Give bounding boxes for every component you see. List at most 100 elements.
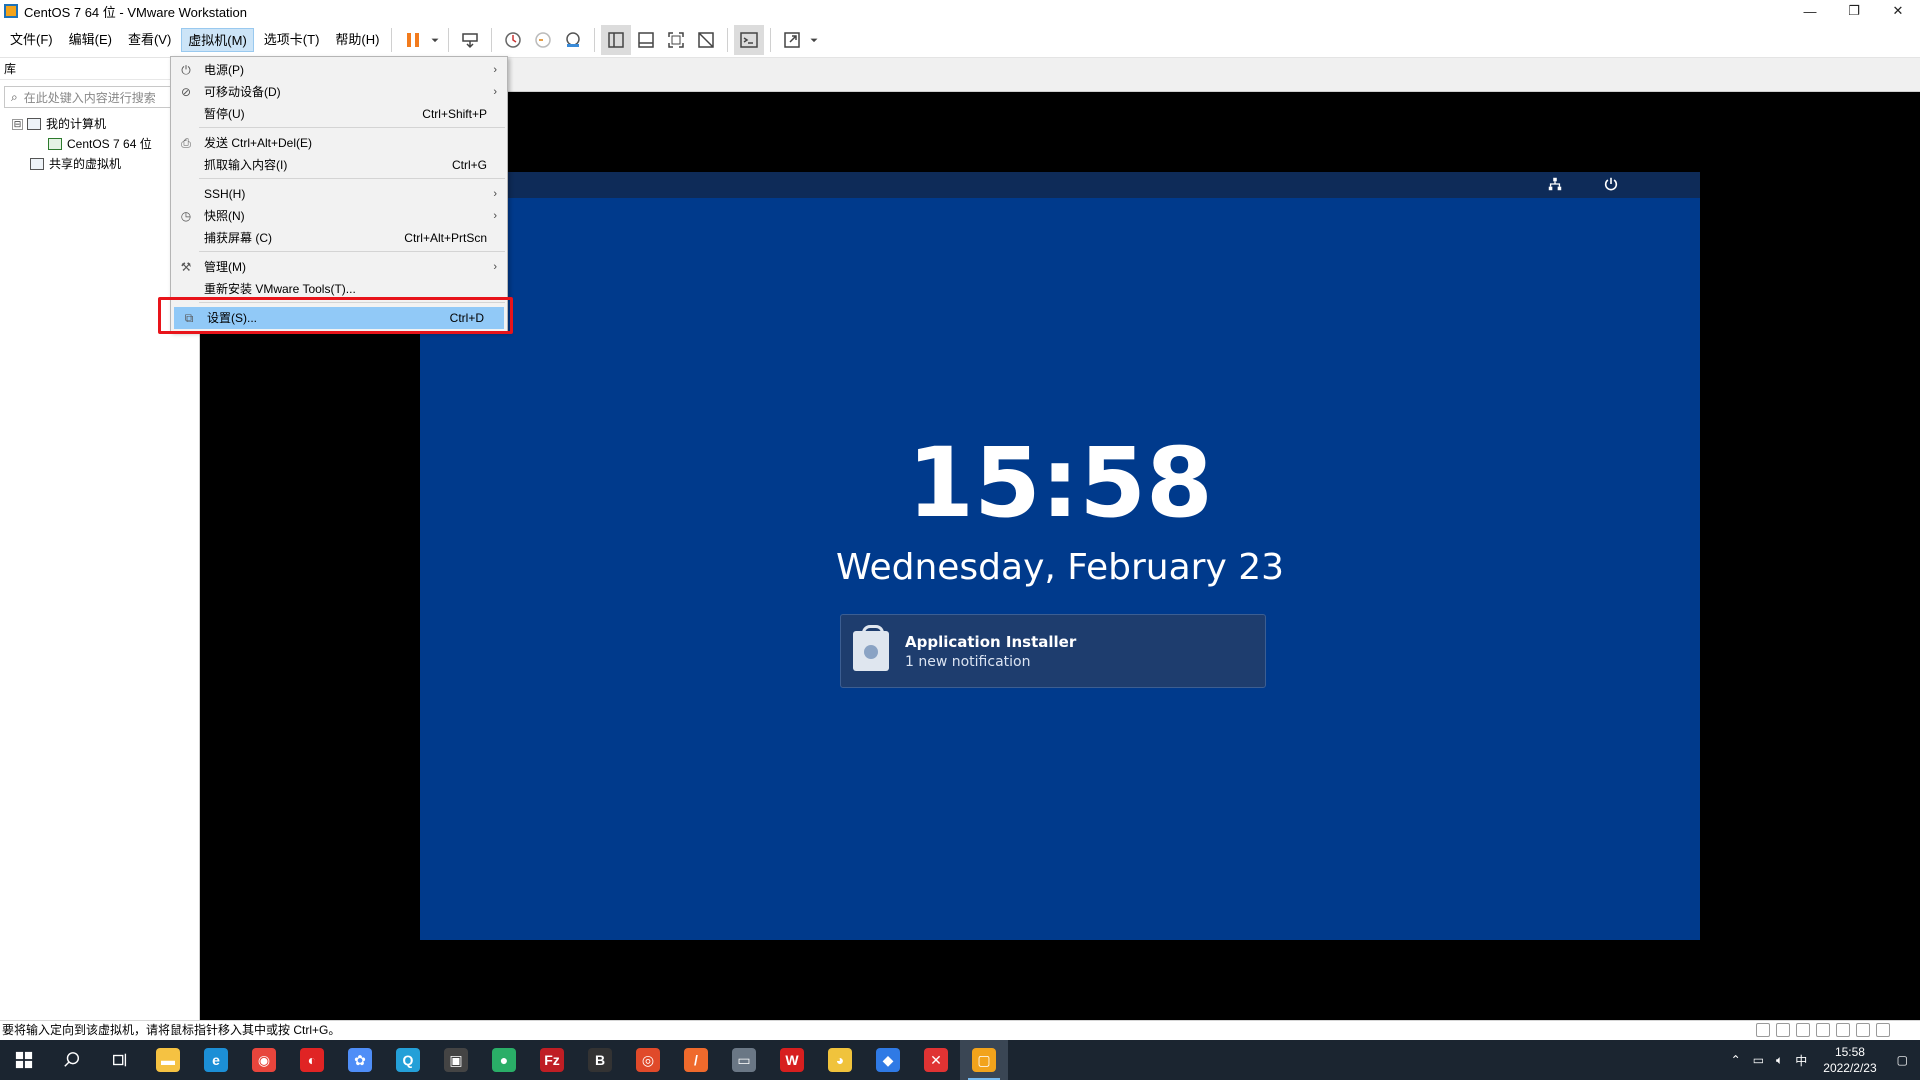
show-library-icon[interactable] <box>601 24 632 55</box>
taskbar-app-button[interactable]: ▬ <box>144 1040 192 1080</box>
vmware-icon: ▢ <box>972 1048 996 1072</box>
notification-card[interactable]: Application Installer 1 new notification <box>840 614 1266 688</box>
menu-item-send-ctrl-alt-del[interactable]: ⎙ 发送 Ctrl+Alt+Del(E) <box>171 132 507 154</box>
lock-screen-date: Wednesday, February 23 <box>835 547 1285 588</box>
taskbar-clock[interactable]: 15:58 2022/2/23 <box>1823 1044 1876 1076</box>
taskbar-app-button[interactable]: ◉ <box>240 1040 288 1080</box>
taskbar-app-button[interactable]: ✕ <box>912 1040 960 1080</box>
stretch-view-icon[interactable] <box>777 25 807 55</box>
show-thumbnail-icon[interactable] <box>631 25 661 55</box>
dropdown-arrow-icon[interactable] <box>807 25 821 55</box>
menu-item-label: 可移动设备(D) <box>204 85 281 99</box>
network-adapter-icon[interactable] <box>1816 1023 1830 1037</box>
tree-item-label: CentOS 7 64 位 <box>67 137 152 151</box>
menu-tabs[interactable]: 选项卡(T) <box>258 28 326 52</box>
vmware-app-icon <box>4 4 18 18</box>
remote-desktop-icon: ▭ <box>732 1048 756 1072</box>
close-button[interactable]: ✕ <box>1876 0 1920 22</box>
snapshot-icon: ◷ <box>180 209 192 223</box>
library-search-input[interactable]: ⌕ 在此处键入内容进行搜索 <box>4 86 195 108</box>
chrome-icon: ◉ <box>252 1048 276 1072</box>
pause-icon[interactable] <box>398 25 428 55</box>
menu-item-pause[interactable]: 暂停(U) Ctrl+Shift+P <box>171 103 507 125</box>
notification-center-icon[interactable]: ▢ <box>1897 1053 1908 1067</box>
app-red-icon: ◐ <box>300 1048 324 1072</box>
device-status-icons <box>1756 1023 1890 1037</box>
wps-icon: W <box>780 1048 804 1072</box>
taskbar-app-button[interactable]: e <box>192 1040 240 1080</box>
taskbar-app-button[interactable]: W <box>768 1040 816 1080</box>
menu-item-snapshot[interactable]: ◷ 快照(N) › <box>171 205 507 227</box>
guest-lock-screen[interactable]: 15:58 Wednesday, February 23 Application… <box>420 172 1700 940</box>
taskbar-app-button[interactable]: ✿ <box>336 1040 384 1080</box>
tree-item-label: 共享的虚拟机 <box>49 157 122 171</box>
cd-rom-icon[interactable] <box>1776 1023 1790 1037</box>
menu-vm[interactable]: 虚拟机(M) <box>181 27 254 52</box>
menu-item-capture-screen[interactable]: 捕获屏幕 (C) Ctrl+Alt+PrtScn <box>171 227 507 249</box>
menu-item-manage[interactable]: ⚒ 管理(M) › <box>171 256 507 278</box>
software-bag-icon <box>853 625 889 671</box>
snapshot-manager-icon[interactable] <box>558 25 588 55</box>
task-view-button[interactable] <box>96 1040 144 1080</box>
taskbar-app-button[interactable]: ▣ <box>432 1040 480 1080</box>
menu-item-label: SSH(H) <box>204 187 246 201</box>
taskbar-app-button[interactable]: ◎ <box>624 1040 672 1080</box>
menu-item-grab-input[interactable]: 抓取输入内容(I) Ctrl+G <box>171 154 507 176</box>
menu-edit[interactable]: 编辑(E) <box>63 28 118 52</box>
taskbar-app-button[interactable]: ◐ <box>288 1040 336 1080</box>
app-dark-icon: B <box>588 1048 612 1072</box>
menu-item-label: 暂停(U) <box>204 107 245 121</box>
submenu-arrow-icon: › <box>493 188 497 200</box>
search-button[interactable] <box>48 1040 96 1080</box>
taskbar-app-button[interactable]: ▭ <box>720 1040 768 1080</box>
menu-item-shortcut: Ctrl+Alt+PrtScn <box>404 231 487 245</box>
power-icon[interactable] <box>1602 176 1620 194</box>
system-tray: ⌃ ▭ 🔈︎ 中 15:58 2022/2/23 ▢ <box>1725 1040 1920 1080</box>
wechat-icon: ● <box>492 1048 516 1072</box>
annotation-highlight-box <box>158 297 513 334</box>
sound-card-icon[interactable] <box>1856 1023 1870 1037</box>
menu-item-removable-devices[interactable]: ⊘ 可移动设备(D) › <box>171 81 507 103</box>
title-bar: CentOS 7 64 位 - VMware Workstation — ❐ ✕ <box>0 0 1920 22</box>
send-ctrl-alt-del-icon[interactable] <box>455 25 485 55</box>
message-log-icon[interactable] <box>1876 1023 1890 1037</box>
collapse-icon[interactable]: ⊟ <box>12 118 23 130</box>
snapshot-icon[interactable] <box>498 25 528 55</box>
floppy-icon[interactable] <box>1796 1023 1810 1037</box>
menu-item-ssh[interactable]: SSH(H) › <box>171 183 507 205</box>
submenu-arrow-icon: › <box>493 210 497 222</box>
taskbar-app-button[interactable]: ▢ <box>960 1040 1008 1080</box>
taskbar-app-button[interactable]: ◕ <box>816 1040 864 1080</box>
full-screen-icon[interactable] <box>661 25 691 55</box>
printer-icon[interactable] <box>1836 1023 1850 1037</box>
minimize-button[interactable]: — <box>1788 0 1832 22</box>
menu-file[interactable]: 文件(F) <box>4 28 59 52</box>
taskbar-app-button[interactable]: ◆ <box>864 1040 912 1080</box>
volume-icon[interactable]: 🔈︎ <box>1776 1053 1783 1068</box>
dropdown-arrow-icon[interactable] <box>428 25 442 55</box>
menu-help[interactable]: 帮助(H) <box>329 28 385 52</box>
restore-button[interactable]: ❐ <box>1832 0 1876 22</box>
taskbar-app-button[interactable]: Q <box>384 1040 432 1080</box>
taskbar-app-button[interactable]: B <box>576 1040 624 1080</box>
menu-view[interactable]: 查看(V) <box>122 28 177 52</box>
taskbar-app-button[interactable]: ● <box>480 1040 528 1080</box>
start-button[interactable] <box>0 1040 48 1080</box>
hard-disk-icon[interactable] <box>1756 1023 1770 1037</box>
show-hidden-icons-icon[interactable]: ⌃ <box>1731 1053 1741 1067</box>
search-icon: ⌕ <box>11 89 18 104</box>
postman-icon: / <box>684 1048 708 1072</box>
menu-item-power[interactable]: ⏻ 电源(P) › <box>171 59 507 81</box>
network-tray-icon[interactable]: ▭ <box>1753 1053 1764 1067</box>
app-blue-icon: ◆ <box>876 1048 900 1072</box>
tray-time: 15:58 <box>1834 1045 1865 1059</box>
console-view-icon[interactable] <box>734 24 765 55</box>
network-icon[interactable] <box>1546 176 1564 194</box>
tray-date: 2022/2/23 <box>1823 1061 1877 1075</box>
taskbar-app-button[interactable]: / <box>672 1040 720 1080</box>
ime-indicator[interactable]: 中 <box>1795 1052 1807 1069</box>
revert-snapshot-icon[interactable] <box>528 25 558 55</box>
unity-icon[interactable] <box>691 25 721 55</box>
taskbar-app-button[interactable]: Fz <box>528 1040 576 1080</box>
menu-item-label: 电源(P) <box>204 63 244 77</box>
